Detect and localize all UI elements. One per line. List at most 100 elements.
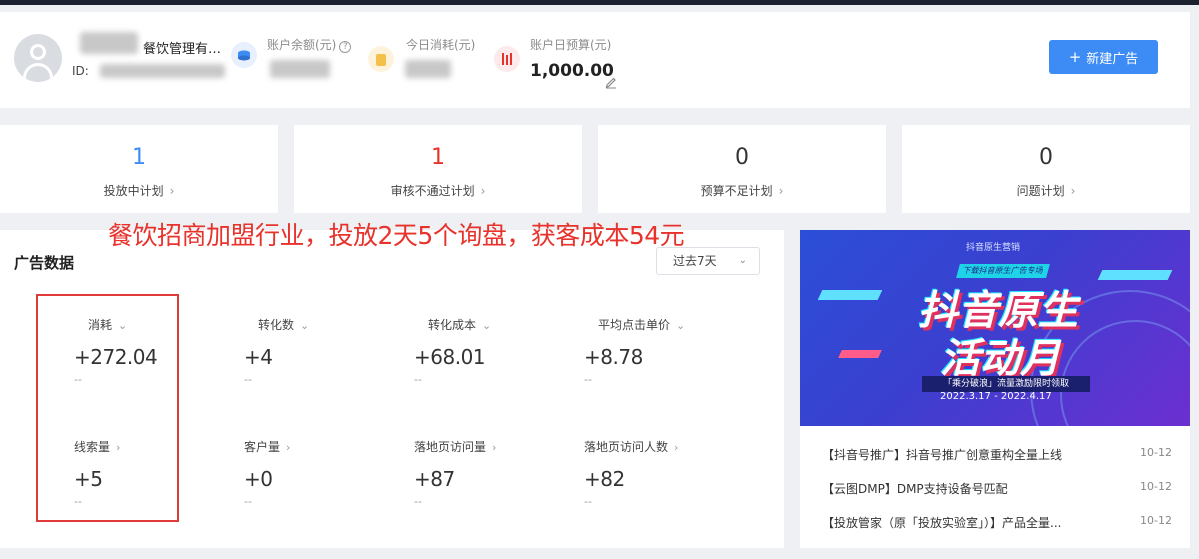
avatar[interactable] xyxy=(14,34,62,82)
chevron-right-icon: › xyxy=(674,441,679,454)
coin-icon xyxy=(368,46,394,72)
chevron-right-icon: › xyxy=(1070,184,1076,198)
today-spend-label: 今日消耗(元) xyxy=(406,38,476,52)
balance-label: 账户余额(元)? xyxy=(267,36,352,53)
metric-conversions[interactable]: 转化数 ⌄ +4 -- xyxy=(244,316,309,386)
account-id-label: ID: xyxy=(72,64,89,78)
metric-compare: -- xyxy=(584,495,592,508)
banner-dates: 2022.3.17 - 2022.4.17 xyxy=(940,391,1052,402)
plan-label: 审核不通过计划 › xyxy=(390,184,486,198)
panel-title: 广告数据 xyxy=(14,254,75,272)
daily-budget-value: 1,000.00 xyxy=(530,61,614,81)
chevron-right-icon: › xyxy=(286,441,291,454)
plan-count: 0 xyxy=(735,145,749,170)
news-item[interactable]: 【云图DMP】DMP支持设备号匹配 10-12 xyxy=(822,480,1172,497)
metric-label: 落地页访问人数 › xyxy=(584,440,679,454)
chevron-right-icon: › xyxy=(116,441,121,454)
plan-card-problem[interactable]: 0 问题计划 › xyxy=(902,125,1190,213)
news-item[interactable]: 【投放管家（原「投放实验室」）】产品全量... 10-12 xyxy=(822,514,1172,531)
news-text: 【抖音号推广】抖音号推广创意重构全量上线 xyxy=(822,448,1063,462)
chevron-right-icon: › xyxy=(778,184,784,198)
chevron-down-icon: ⌄ xyxy=(482,319,492,332)
metric-value: +0 xyxy=(244,467,273,491)
metric-value: +87 xyxy=(414,467,455,491)
news-item[interactable]: 【抖音号推广】抖音号推广创意重构全量上线 10-12 xyxy=(822,446,1172,463)
plan-count: 0 xyxy=(1039,145,1053,170)
daily-budget-label: 账户日预算(元) xyxy=(530,38,612,52)
metric-conversion-cost[interactable]: 转化成本 ⌄ +68.01 -- xyxy=(414,316,491,386)
redacted-balance xyxy=(270,60,330,78)
plan-card-low-budget[interactable]: 0 预算不足计划 › xyxy=(598,125,886,213)
metric-landing-visitors[interactable]: 落地页访问人数 › +82 -- xyxy=(584,438,678,508)
banner-tag: 下载抖音原生广告专场 xyxy=(956,264,1050,278)
chevron-right-icon: › xyxy=(169,184,175,198)
metric-label: 客户量 › xyxy=(244,440,291,454)
banner-brand: 抖音原生营销 xyxy=(966,243,1021,253)
wallet-icon xyxy=(231,42,257,68)
news-date: 10-12 xyxy=(1140,446,1172,459)
edit-icon[interactable] xyxy=(604,75,618,89)
date-range-value: 过去7天 xyxy=(673,254,717,268)
plan-label: 问题计划 › xyxy=(1016,184,1076,198)
metric-label: 线索量 › xyxy=(74,440,121,454)
side-panel: 抖音原生营销 下载抖音原生广告专场 抖音原生 活动月 「乘分破浪」流量激励限时领… xyxy=(800,230,1190,548)
chevron-down-icon: ⌄ xyxy=(118,319,128,332)
metric-spend[interactable]: 消耗 ⌄ +272.04 -- xyxy=(74,316,158,386)
redacted-today-spend xyxy=(405,60,451,78)
metric-value: +272.04 xyxy=(74,345,158,369)
chevron-right-icon: › xyxy=(492,441,497,454)
overlay-caption: 餐饮招商加盟行业，投放2天5个询盘，获客成本54元 xyxy=(108,221,685,250)
metric-value: +68.01 xyxy=(414,345,486,369)
metric-compare: -- xyxy=(414,373,422,386)
news-text: 【云图DMP】DMP支持设备号匹配 xyxy=(822,482,1008,496)
plan-card-rejected[interactable]: 1 审核不通过计划 › xyxy=(294,125,582,213)
metric-compare: -- xyxy=(584,373,592,386)
avatar-body-shape xyxy=(23,63,53,82)
promo-banner[interactable]: 抖音原生营销 下载抖音原生广告专场 抖音原生 活动月 「乘分破浪」流量激励限时领… xyxy=(800,230,1190,426)
metric-compare: -- xyxy=(414,495,422,508)
metric-label: 转化数 ⌄ xyxy=(258,318,310,332)
news-date: 10-12 xyxy=(1140,480,1172,493)
metric-compare: -- xyxy=(244,495,252,508)
redacted-id xyxy=(100,64,225,78)
metric-value: +4 xyxy=(244,345,273,369)
metric-compare: -- xyxy=(244,373,252,386)
avatar-head-shape xyxy=(30,44,46,60)
plan-label: 预算不足计划 › xyxy=(700,184,784,198)
chevron-down-icon: ⌄ xyxy=(676,319,686,332)
chevron-down-icon: ⌄ xyxy=(738,255,747,266)
account-name: 餐饮管理有… xyxy=(143,42,222,57)
metric-landing-visits[interactable]: 落地页访问量 › +87 -- xyxy=(414,438,496,508)
top-bar xyxy=(0,0,1199,5)
metric-label: 平均点击单价 ⌄ xyxy=(598,318,686,332)
chevron-right-icon: › xyxy=(480,184,486,198)
metric-value: +8.78 xyxy=(584,345,643,369)
ad-data-panel: 广告数据 过去7天 ⌄ 消耗 ⌄ +272.04 -- 转化数 ⌄ +4 -- 转化… xyxy=(0,230,784,548)
news-text: 【投放管家（原「投放实验室」）】产品全量... xyxy=(822,516,1062,530)
chevron-down-icon: ⌄ xyxy=(300,319,310,332)
new-ad-button[interactable]: + 新建广告 xyxy=(1049,40,1158,74)
metric-compare: -- xyxy=(74,373,82,386)
metric-value: +82 xyxy=(584,467,625,491)
account-header: 餐饮管理有… ID: 账户余额(元)? 今日消耗(元) 账户日预算(元) 1,0… xyxy=(0,12,1190,108)
decor-bolt xyxy=(838,350,882,358)
metric-avg-cpc[interactable]: 平均点击单价 ⌄ +8.78 -- xyxy=(584,316,685,386)
new-ad-button-label: 新建广告 xyxy=(1086,51,1139,67)
plan-card-active[interactable]: 1 投放中计划 › xyxy=(0,125,278,213)
metric-leads[interactable]: 线索量 › +5 -- xyxy=(74,438,120,508)
redacted-name xyxy=(80,32,138,54)
metric-label: 消耗 ⌄ xyxy=(88,318,128,332)
metric-label: 落地页访问量 › xyxy=(414,440,497,454)
metric-compare: -- xyxy=(74,495,82,508)
decor-bolt xyxy=(1097,270,1173,280)
plan-count: 1 xyxy=(132,145,146,170)
metric-label: 转化成本 ⌄ xyxy=(428,318,492,332)
news-date: 10-12 xyxy=(1140,514,1172,527)
metric-value: +5 xyxy=(74,467,103,491)
help-icon[interactable]: ? xyxy=(339,41,352,53)
plan-count: 1 xyxy=(431,145,445,170)
metric-customers[interactable]: 客户量 › +0 -- xyxy=(244,438,290,508)
decor-bolt xyxy=(817,290,883,300)
plan-label: 投放中计划 › xyxy=(103,184,175,198)
budget-icon xyxy=(494,46,520,72)
